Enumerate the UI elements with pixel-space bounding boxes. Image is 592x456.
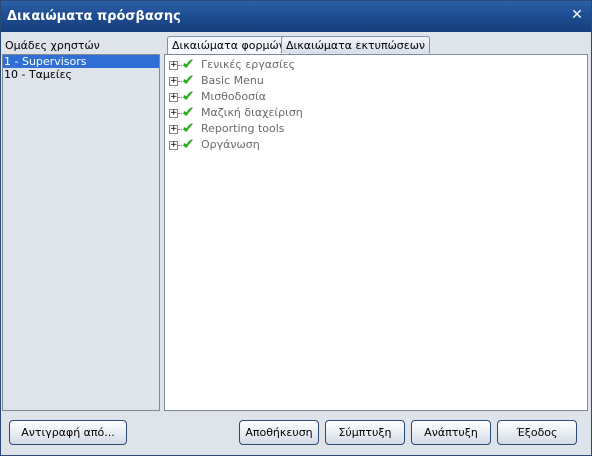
tree-node-label: Basic Menu — [201, 74, 264, 87]
user-groups-label: Ομάδες χρηστών — [5, 39, 100, 52]
collapse-button[interactable]: Σύμπτυξη — [325, 420, 405, 445]
exit-button[interactable]: Έξοδος — [497, 420, 577, 445]
group-item-cashiers[interactable]: 10 - Ταμείες — [3, 68, 159, 81]
expand-plus-icon[interactable]: + — [169, 93, 178, 102]
access-rights-window: Δικαιώματα πρόσβασης ✕ Ομάδες χρηστών 1 … — [0, 0, 592, 456]
close-icon[interactable]: ✕ — [569, 7, 585, 23]
expand-plus-icon[interactable]: + — [169, 109, 178, 118]
group-item-supervisors[interactable]: 1 - Supervisors — [3, 55, 159, 68]
tree-node-label: Γενικές εργασίες — [201, 58, 296, 71]
copy-from-button[interactable]: Αντιγραφή από... — [9, 420, 127, 445]
permissions-tree[interactable]: + ✔ Γενικές εργασίες + ✔ Basic Menu + ✔ … — [164, 54, 588, 411]
tree-node-label: Μαζική διαχείριση — [201, 106, 303, 119]
tree-node-label: Μισθοδοσία — [201, 90, 267, 103]
expand-plus-icon[interactable]: + — [169, 61, 178, 70]
tree-node-label: Οργάνωση — [201, 138, 260, 151]
checkmark-icon[interactable]: ✔ — [182, 72, 195, 88]
tab-print-rights[interactable]: Δικαιώματα εκτυπώσεων — [281, 36, 431, 53]
tab-form-rights[interactable]: Δικαιώματα φορμών — [167, 36, 290, 55]
checkmark-icon[interactable]: ✔ — [182, 120, 195, 136]
checkmark-icon[interactable]: ✔ — [182, 88, 195, 104]
title-bar[interactable]: Δικαιώματα πρόσβασης ✕ — [1, 1, 591, 32]
expand-plus-icon[interactable]: + — [169, 141, 178, 150]
user-groups-list[interactable]: 1 - Supervisors 10 - Ταμείες — [2, 54, 160, 411]
expand-button[interactable]: Ανάπτυξη — [411, 420, 491, 445]
save-button[interactable]: Αποθήκευση — [239, 420, 319, 445]
expand-plus-icon[interactable]: + — [169, 77, 178, 86]
expand-plus-icon[interactable]: + — [169, 125, 178, 134]
window-title: Δικαιώματα πρόσβασης — [7, 9, 181, 24]
checkmark-icon[interactable]: ✔ — [182, 136, 195, 152]
tree-node-label: Reporting tools — [201, 122, 285, 135]
checkmark-icon[interactable]: ✔ — [182, 104, 195, 120]
checkmark-icon[interactable]: ✔ — [182, 56, 195, 72]
